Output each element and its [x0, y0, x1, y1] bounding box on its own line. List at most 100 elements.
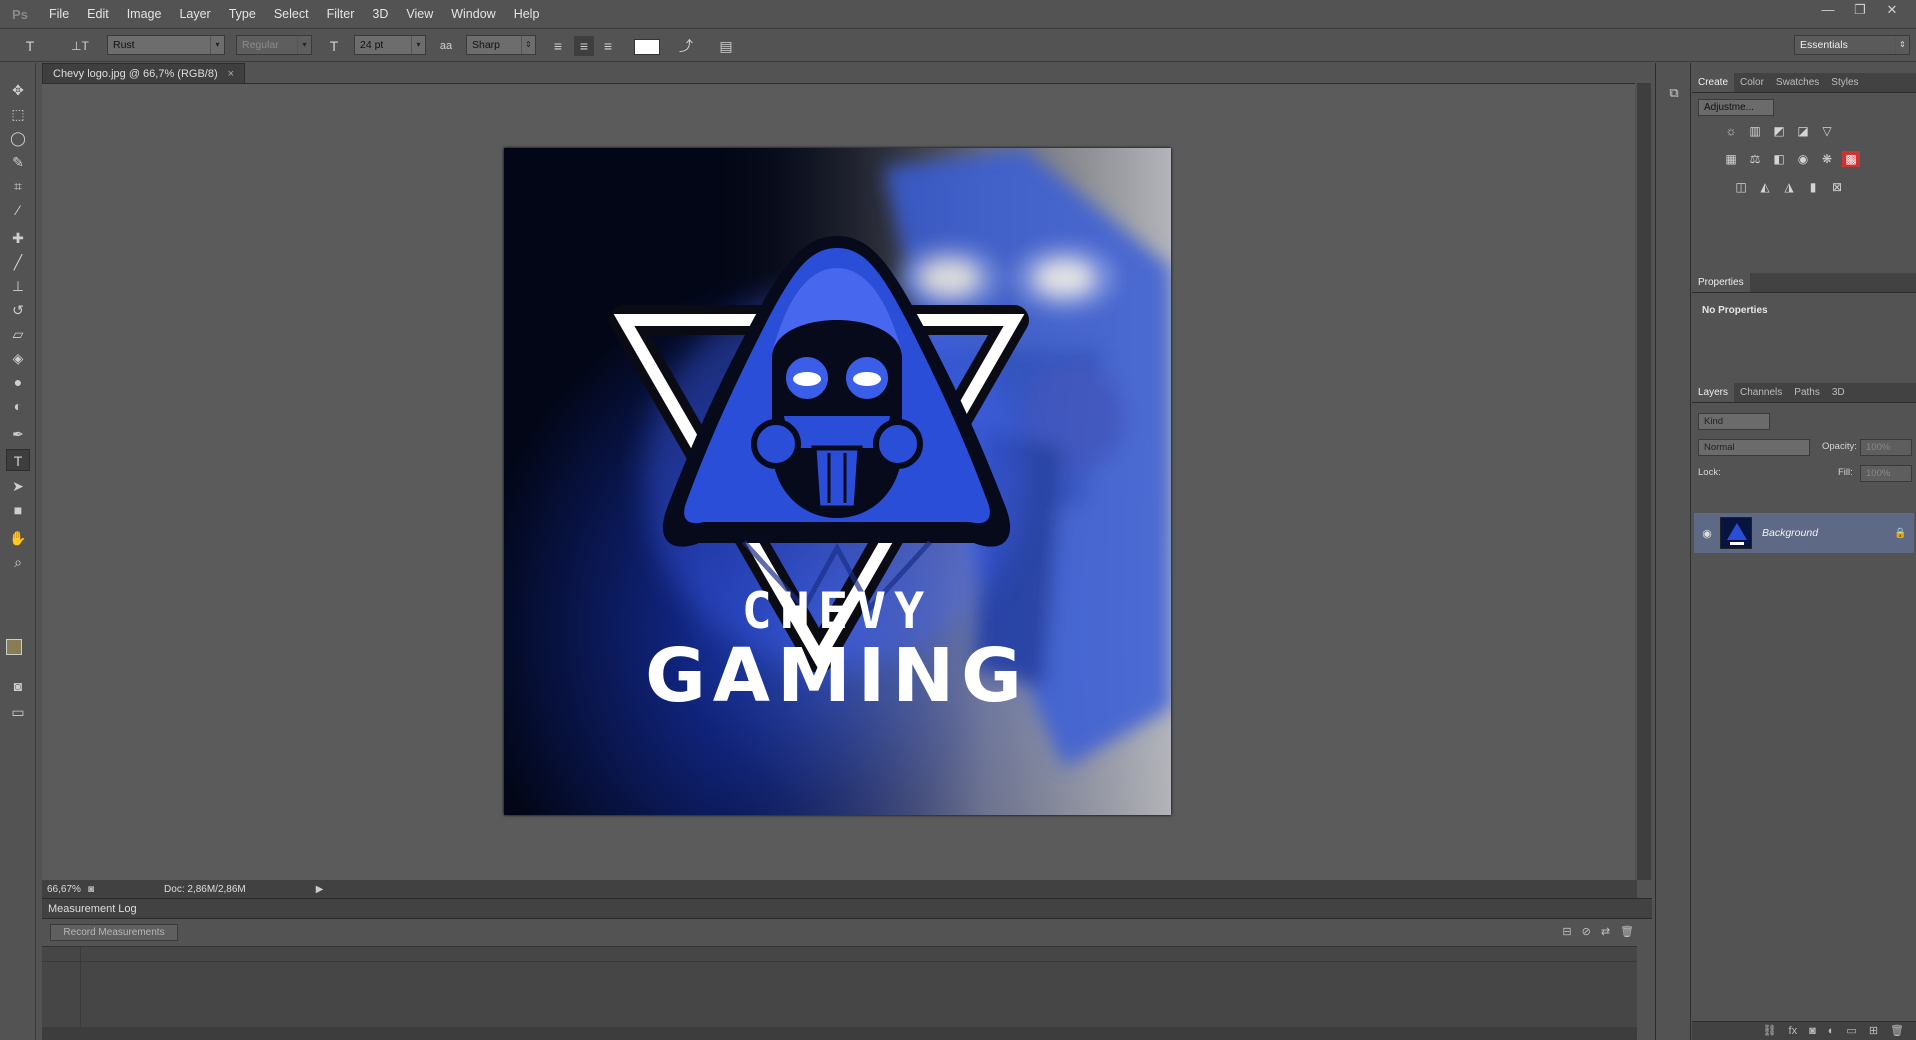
tab-color[interactable]: Color: [1734, 73, 1770, 92]
hue-saturation-icon[interactable]: ▦: [1722, 151, 1740, 167]
paint-bucket-tool-icon[interactable]: ◈: [6, 347, 30, 369]
align-left-icon[interactable]: ≡: [548, 36, 568, 56]
align-center-icon[interactable]: ≡: [574, 36, 594, 56]
menu-select[interactable]: Select: [265, 0, 318, 28]
posterize-icon[interactable]: ◭: [1756, 179, 1774, 195]
dodge-tool-icon[interactable]: ◐: [6, 395, 30, 417]
menu-help[interactable]: Help: [505, 0, 549, 28]
menu-3d[interactable]: 3D: [363, 0, 397, 28]
menu-filter[interactable]: Filter: [318, 0, 364, 28]
antialias-select[interactable]: Sharp ⇕: [466, 35, 536, 55]
menu-layer[interactable]: Layer: [170, 0, 219, 28]
screen-mode-icon[interactable]: ▭: [6, 701, 30, 723]
warp-text-icon[interactable]: ⤴: [676, 36, 696, 56]
menu-edit[interactable]: Edit: [78, 0, 118, 28]
tab-swatches[interactable]: Swatches: [1770, 73, 1825, 92]
threshold-icon[interactable]: ◮: [1780, 179, 1798, 195]
healing-brush-tool-icon[interactable]: ✚: [6, 227, 30, 249]
menu-window[interactable]: Window: [442, 0, 504, 28]
layer-style-icon[interactable]: fx: [1789, 1022, 1798, 1040]
new-layer-icon[interactable]: ⊞: [1869, 1022, 1878, 1040]
add-mask-icon[interactable]: ◙: [1809, 1022, 1816, 1040]
curves-icon[interactable]: ◩: [1770, 123, 1788, 139]
layer-kind-select[interactable]: Kind: [1698, 413, 1770, 430]
new-group-icon[interactable]: ▭: [1846, 1022, 1856, 1040]
status-menu-arrow-icon[interactable]: ▶: [316, 884, 324, 895]
menu-file[interactable]: File: [40, 0, 78, 28]
gradient-map-icon[interactable]: ▮: [1804, 179, 1822, 195]
type-tool-preset-icon[interactable]: T: [20, 36, 40, 56]
export-icon[interactable]: ⇄: [1601, 925, 1610, 938]
tab-paths[interactable]: Paths: [1788, 383, 1826, 402]
zoom-level[interactable]: 66,67%: [42, 884, 82, 895]
channel-mixer-icon[interactable]: ❋: [1818, 151, 1836, 167]
text-orientation-icon[interactable]: ⊥T: [70, 36, 90, 56]
vibrance-icon[interactable]: ▽: [1818, 123, 1836, 139]
opacity-input[interactable]: 100%: [1860, 439, 1912, 456]
history-brush-tool-icon[interactable]: ↺: [6, 299, 30, 321]
visibility-eye-icon[interactable]: ◉: [1694, 527, 1720, 540]
trash-icon[interactable]: 🗑: [1620, 925, 1634, 938]
hand-tool-icon[interactable]: ✋: [6, 527, 30, 549]
text-color-swatch[interactable]: [634, 39, 660, 55]
tab-properties[interactable]: Properties: [1692, 273, 1750, 292]
invert-icon[interactable]: ◫: [1732, 179, 1750, 195]
vertical-scrollbar[interactable]: [1637, 83, 1651, 880]
tab-styles[interactable]: Styles: [1825, 73, 1864, 92]
character-panel-icon[interactable]: ▤: [716, 36, 736, 56]
layer-row-background[interactable]: ◉ Background 🔒: [1694, 513, 1914, 553]
tab-create[interactable]: Create: [1692, 73, 1735, 92]
type-tool-icon[interactable]: T: [6, 449, 30, 471]
select-all-icon[interactable]: ⊟: [1562, 925, 1571, 938]
record-measurements-button[interactable]: Record Measurements: [50, 924, 178, 941]
foreground-color-swatch[interactable]: [6, 639, 22, 655]
align-right-icon[interactable]: ≡: [598, 36, 618, 56]
selective-color-icon[interactable]: ⊠: [1828, 179, 1846, 195]
menu-image[interactable]: Image: [118, 0, 171, 28]
new-adjustment-icon[interactable]: ◐: [1828, 1022, 1835, 1040]
blend-mode-select[interactable]: Normal: [1698, 439, 1810, 456]
eraser-tool-icon[interactable]: ▱: [6, 323, 30, 345]
link-layers-icon[interactable]: ⛓: [1763, 1022, 1777, 1040]
blur-tool-icon[interactable]: ●: [6, 371, 30, 393]
crop-tool-icon[interactable]: ⌗: [6, 175, 30, 197]
color-lookup-icon[interactable]: ▩: [1842, 151, 1860, 167]
move-tool-icon[interactable]: ✥: [6, 79, 30, 101]
font-family-select[interactable]: Rust ▾: [107, 35, 225, 55]
close-tab-icon[interactable]: ×: [228, 68, 234, 80]
quick-select-tool-icon[interactable]: ✎: [6, 151, 30, 173]
tab-channels[interactable]: Channels: [1734, 383, 1788, 402]
pen-tool-icon[interactable]: ✒: [6, 423, 30, 445]
fill-input[interactable]: 100%: [1860, 465, 1912, 482]
lasso-tool-icon[interactable]: ◯: [6, 127, 30, 149]
deselect-icon[interactable]: ⊘: [1582, 925, 1591, 938]
stamp-tool-icon[interactable]: ⊥: [6, 275, 30, 297]
quick-mask-icon[interactable]: ◙: [6, 675, 30, 697]
black-white-icon[interactable]: ◧: [1770, 151, 1788, 167]
shape-tool-icon[interactable]: ■: [6, 499, 30, 521]
photo-filter-icon[interactable]: ◉: [1794, 151, 1812, 167]
brightness-icon[interactable]: ☼: [1722, 123, 1740, 139]
menu-view[interactable]: View: [397, 0, 442, 28]
minimize-icon[interactable]: —: [1812, 0, 1844, 20]
levels-icon[interactable]: ▥: [1746, 123, 1764, 139]
document-tab[interactable]: Chevy logo.jpg @ 66,7% (RGB/8) ×: [42, 63, 246, 83]
brush-tool-icon[interactable]: ╱: [6, 251, 30, 273]
share-icon[interactable]: ◙: [88, 884, 94, 895]
adjustments-select[interactable]: Adjustme...: [1698, 99, 1774, 116]
exposure-icon[interactable]: ◪: [1794, 123, 1812, 139]
document-image[interactable]: CHEVY GAMING: [504, 148, 1171, 815]
tab-3d[interactable]: 3D: [1826, 383, 1851, 402]
marquee-tool-icon[interactable]: ⬚: [6, 103, 30, 125]
tab-layers[interactable]: Layers: [1692, 383, 1735, 402]
workspace-select[interactable]: Essentials ⇕: [1794, 35, 1910, 55]
menu-type[interactable]: Type: [220, 0, 265, 28]
color-balance-icon[interactable]: ⚖: [1746, 151, 1764, 167]
font-size-select[interactable]: 24 pt ▾: [354, 35, 426, 55]
eyedropper-tool-icon[interactable]: ⁄: [6, 199, 30, 221]
zoom-tool-icon[interactable]: ⌕: [6, 551, 30, 573]
restore-icon[interactable]: ❐: [1844, 0, 1876, 20]
close-window-icon[interactable]: ✕: [1876, 0, 1908, 20]
path-select-tool-icon[interactable]: ➤: [6, 475, 30, 497]
history-panel-icon[interactable]: ⧉: [1664, 85, 1684, 105]
